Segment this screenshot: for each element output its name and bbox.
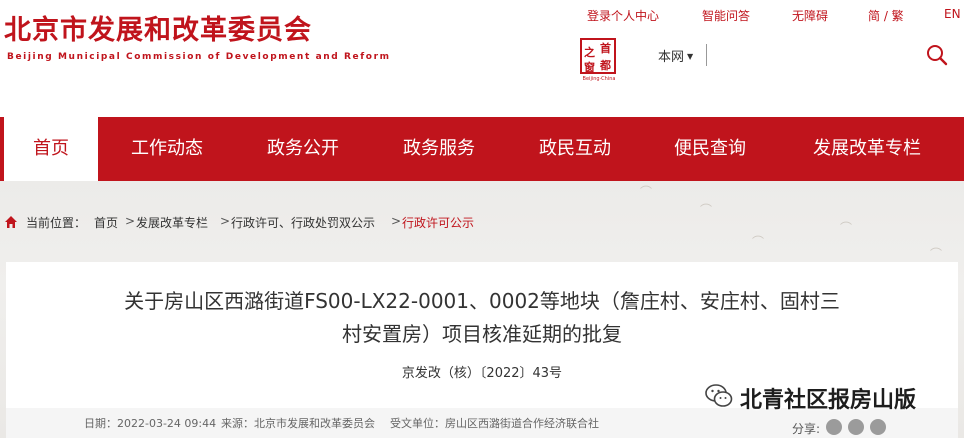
wechat-share-icon[interactable]: [826, 419, 842, 435]
search-button[interactable]: [926, 44, 948, 66]
breadcrumb-reform-column[interactable]: 发展改革专栏: [136, 214, 208, 231]
nav-item-public-query[interactable]: 便民查询: [661, 117, 759, 181]
breadcrumb-separator: >: [125, 214, 136, 228]
share-label: 分享:: [792, 422, 821, 436]
article-title-line: 关于房山区西潞街道FS00-LX22-0001、0002等地块（詹庄村、安庄村、…: [124, 289, 840, 313]
watermark-text: 北青社区报房山版: [740, 388, 917, 413]
article-title: 关于房山区西潞街道FS00-LX22-0001、0002等地块（詹庄村、安庄村、…: [46, 285, 918, 351]
site-header: 北京市发展和改革委员会 Beijing Municipal Commission…: [0, 0, 964, 117]
seal-char: 都: [600, 59, 611, 72]
breadcrumb-dual-publicity[interactable]: 行政许可、行政处罚双公示: [231, 214, 375, 231]
seal-char: 之: [584, 46, 595, 59]
nav-item-gov-affairs[interactable]: 政务公开: [254, 117, 352, 181]
qzone-share-icon[interactable]: [870, 419, 886, 435]
seal-char: 首: [600, 42, 611, 55]
language-toggle[interactable]: 简 / 繁: [868, 7, 904, 24]
login-link[interactable]: 登录个人中心: [587, 7, 659, 24]
seal-char: 窗: [584, 61, 595, 74]
nav-item-interaction[interactable]: 政民互动: [526, 117, 624, 181]
search-icon: [927, 45, 948, 66]
main-nav: 首页 工作动态 政务公开 政务服务 政民互动 便民查询 发展改革专栏: [0, 117, 964, 181]
breadcrumb-home[interactable]: 首页: [94, 214, 118, 231]
bird-decoration: ⌒: [640, 185, 653, 199]
breadcrumb-separator: >: [220, 214, 231, 228]
breadcrumb-label: 当前位置：: [26, 216, 87, 230]
qa-link[interactable]: 智能问答: [702, 7, 750, 24]
breadcrumb-separator: >: [391, 214, 402, 228]
weibo-share-icon[interactable]: [848, 419, 864, 435]
breadcrumb-current[interactable]: 行政许可公示: [402, 214, 474, 231]
accessibility-link[interactable]: 无障碍: [792, 7, 828, 24]
site-title[interactable]: 北京市发展和改革委员会: [4, 8, 312, 47]
seal-frame: 首 都 之 窗: [580, 38, 616, 74]
nav-item-work-news[interactable]: 工作动态: [118, 117, 216, 181]
seal-caption: Beijing·China: [582, 76, 616, 82]
bird-decoration: ⌒: [930, 247, 943, 261]
home-icon: [5, 216, 17, 228]
english-link[interactable]: EN: [944, 7, 961, 21]
caret-down-icon: ▼: [687, 52, 694, 61]
nav-item-gov-services[interactable]: 政务服务: [390, 117, 488, 181]
wechat-icon: [705, 384, 733, 407]
search-scope-label: 本网: [658, 50, 685, 65]
search-scope-select[interactable]: 本网 ▼: [658, 46, 693, 65]
bird-decoration: ⌒: [840, 221, 853, 235]
capital-window-logo[interactable]: 首 都 之 窗 Beijing·China: [576, 38, 620, 82]
search-input[interactable]: [706, 44, 916, 66]
document-number: 京发改（核）〔2022〕43号: [401, 366, 563, 381]
nav-item-reform-column[interactable]: 发展改革专栏: [797, 117, 937, 181]
nav-item-home[interactable]: 首页: [2, 117, 100, 181]
publish-date: 日期：2022-03-24 09:44: [84, 417, 217, 430]
bird-decoration: ⌒: [700, 203, 713, 217]
site-subtitle: Beijing Municipal Commission of Developm…: [7, 52, 391, 62]
bird-decoration: ⌒: [752, 235, 765, 249]
receiving-unit: 受文单位：房山区西潞街道合作经济联合社: [390, 417, 599, 430]
article-title-line: 村安置房）项目核准延期的批复: [342, 322, 622, 346]
article-source: 来源：北京市发展和改革委员会: [221, 417, 375, 430]
